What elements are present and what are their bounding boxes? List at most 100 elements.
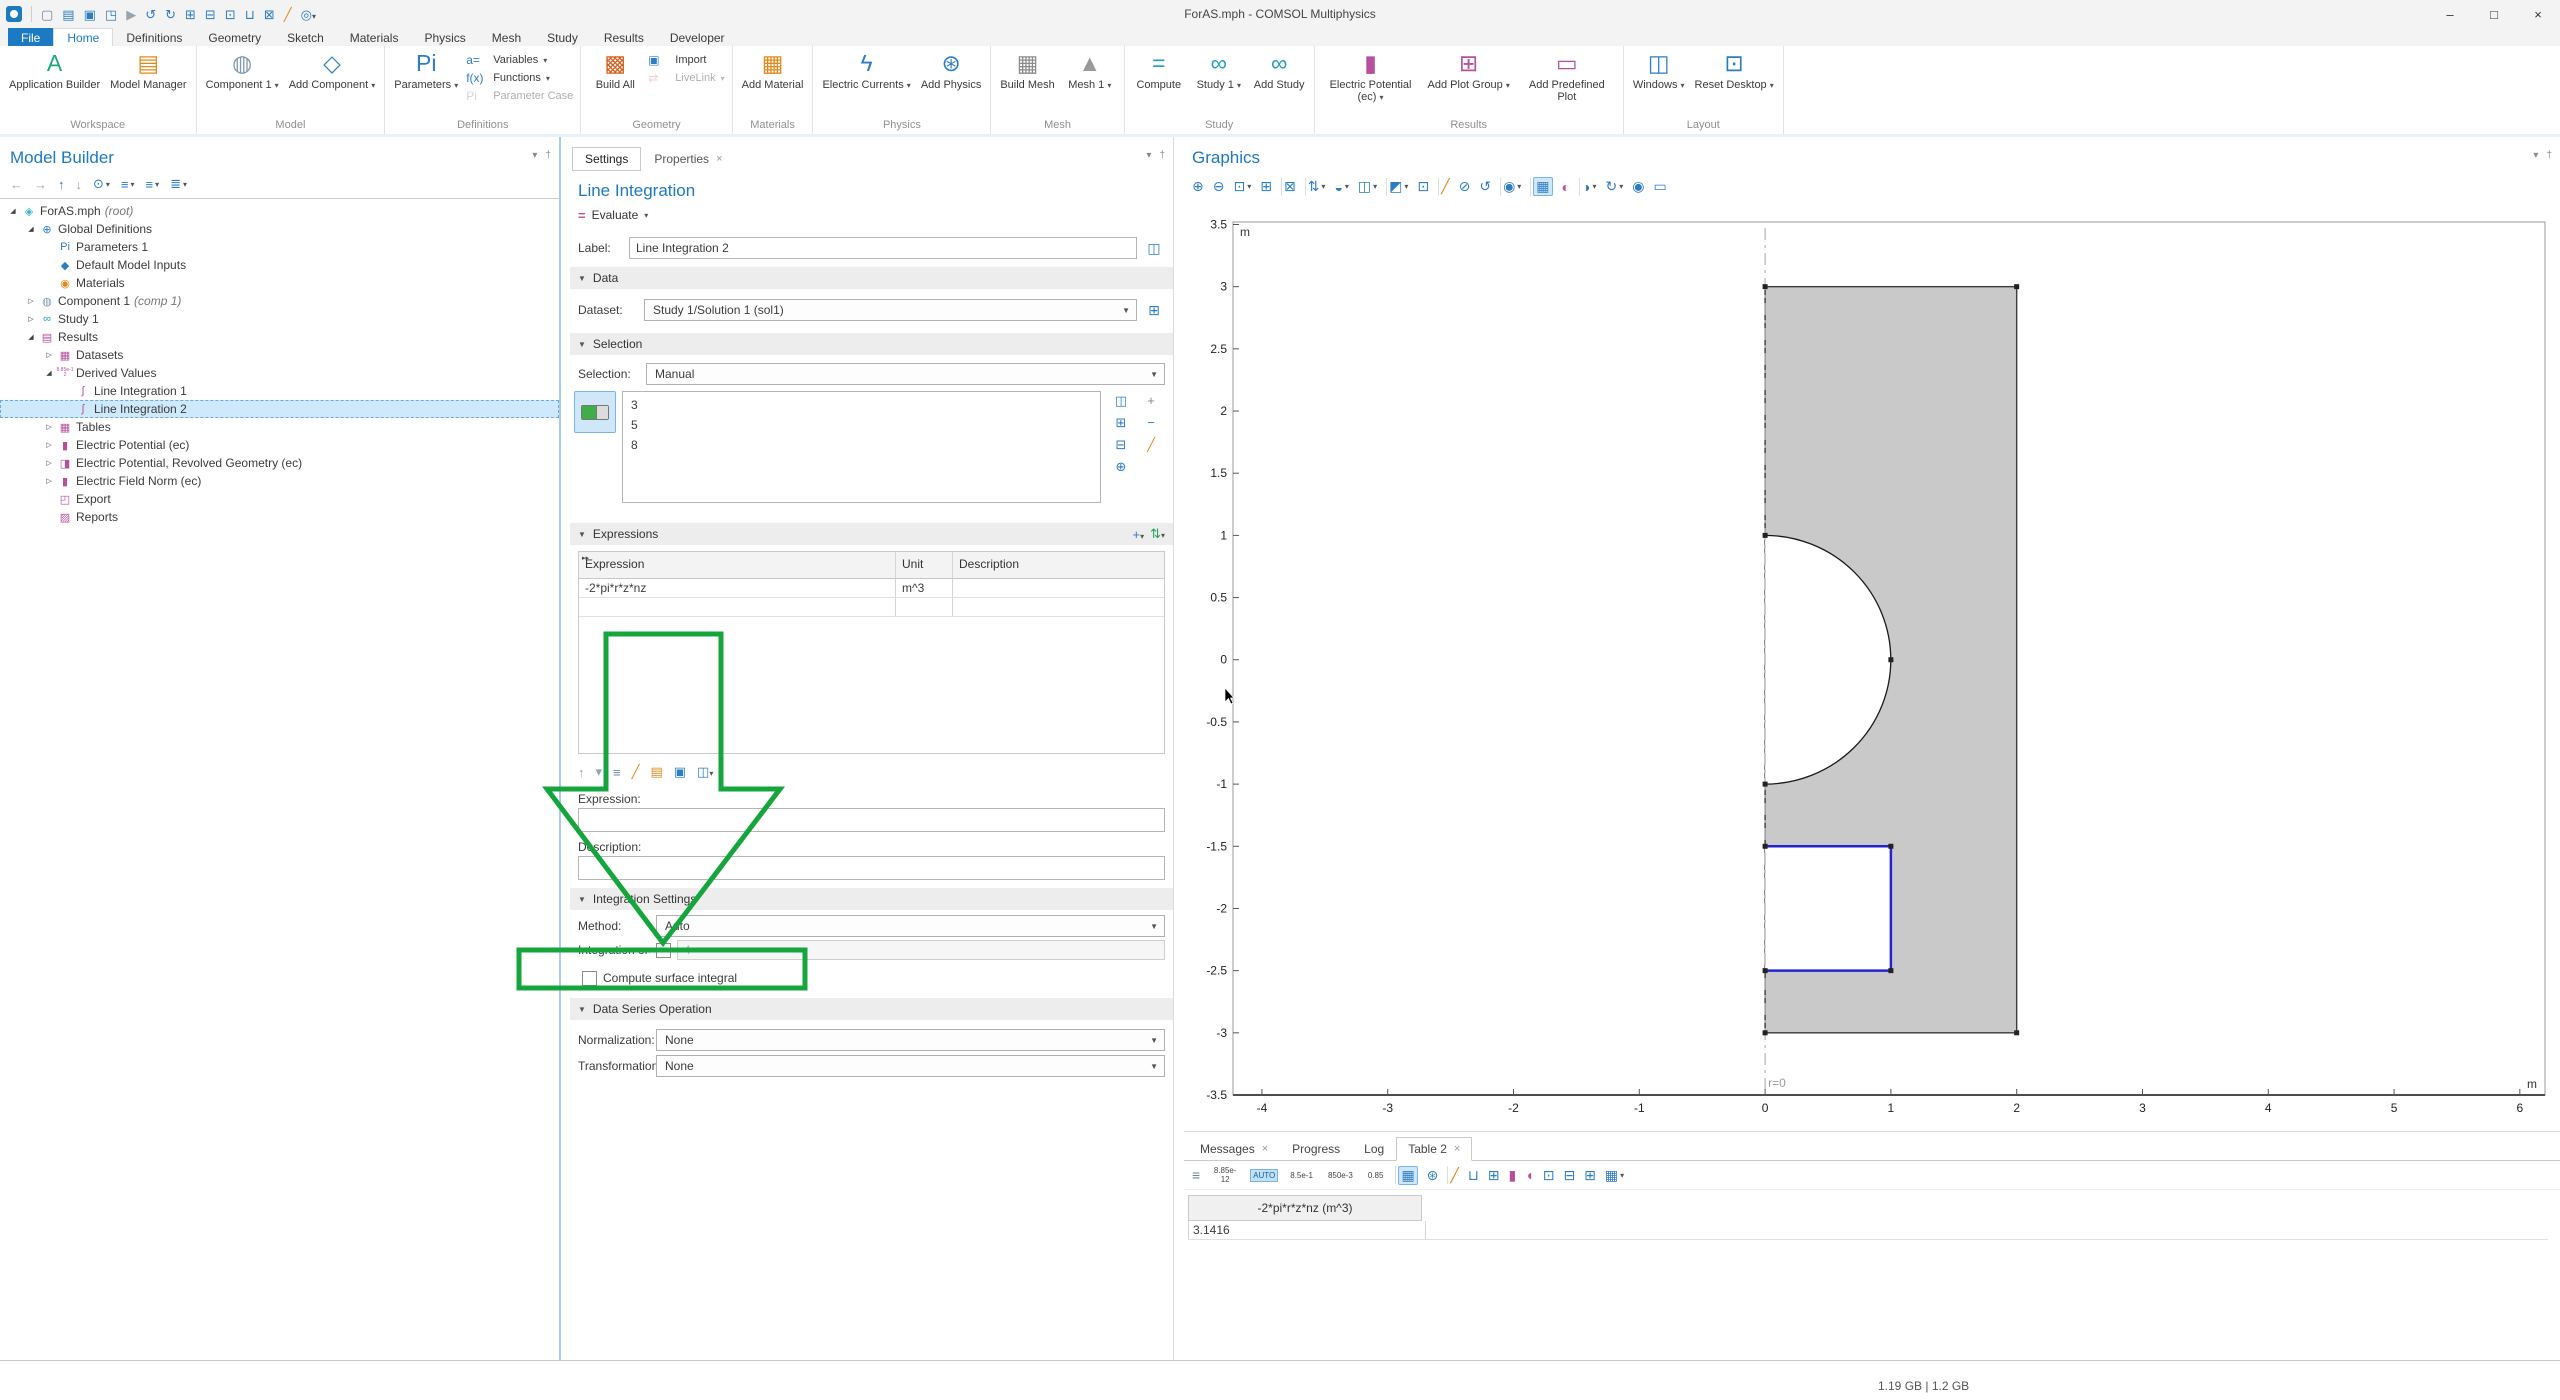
panel-header-icon[interactable]: † [1159,150,1165,161]
table-toolbar-icon[interactable]: 0.85 [1365,1169,1387,1182]
tree-expander-icon[interactable]: ◢ [6,207,20,215]
tree-item[interactable]: ◰ Export [0,490,559,508]
panel-header-icon[interactable]: † [545,150,551,161]
graphics-toolbar-icon[interactable]: ◉ [1632,178,1644,195]
integration-order-input[interactable]: 4 [677,940,1165,960]
panel-header-icon[interactable]: ▾ [1146,150,1151,161]
graphics-toolbar-icon[interactable]: 1 ▦ [1530,177,1552,196]
selection-tool-icon[interactable]: ⊞ [1116,415,1127,431]
tree-item[interactable]: ∫ Line Integration 1 [0,382,559,400]
graphics-toolbar-icon[interactable]: ↻ ▾ [1605,178,1623,195]
tree-expander-icon[interactable]: ▷ [42,441,56,449]
ribbon-button[interactable]: A Application Builder [5,48,104,92]
table-toolbar-icon[interactable]: ⊞ [1488,1167,1500,1184]
table-toolbar-icon[interactable]: 8.85e-12 [1209,1164,1241,1186]
ribbon-tab[interactable]: Physics [411,28,478,46]
ribbon-button[interactable]: ▣ Import [648,53,724,67]
info-tab[interactable]: Log [1352,1137,1396,1161]
qat-icon[interactable]: ▣ [84,8,96,21]
ribbon-button[interactable]: ⇄ LiveLink▾ [648,71,724,85]
ribbon-tab[interactable]: Geometry [195,28,274,46]
tree-expander-icon[interactable]: ◢ [24,225,38,233]
ribbon-button[interactable]: Pi Parameter Case [466,89,573,103]
graphics-toolbar-icon[interactable]: 1 ╱ [1438,178,1449,196]
tree-item[interactable]: Pi Parameters 1 [0,238,559,256]
graphics-toolbar-icon[interactable]: 1 ◉ ▾ [1500,178,1521,196]
dataset-select[interactable]: Study 1/Solution 1 (sol1)▼ [644,299,1137,321]
qat-icon[interactable]: ↺ [145,8,156,21]
graphics-toolbar-icon[interactable]: ⊘ [1459,178,1471,195]
tree-toolbar-icon[interactable]: ≡▾ [146,177,160,192]
tree-expander-icon[interactable]: ▷ [42,459,56,467]
panel-header-icon[interactable]: ▾ [532,150,537,161]
tree-item[interactable]: ▷ ▦ Datasets [0,346,559,364]
ribbon-button[interactable]: f(x) Functions▾ [466,71,573,85]
tree-expander-icon[interactable]: ▷ [24,315,38,323]
close-icon[interactable]: × [716,153,722,165]
ribbon-button[interactable]: ◇ Add Component ▾ [285,48,380,93]
table-toolbar-icon[interactable]: 850e-3 [1325,1169,1356,1182]
graphics-toolbar-icon[interactable]: ↺ [1479,178,1491,195]
expressions-toolbar-icon[interactable]: ↑ [578,765,585,780]
qat-icon[interactable]: ↻ [165,8,176,21]
tree-item[interactable]: ▷ ◨ Electric Potential, Revolved Geometr… [0,454,559,472]
table-toolbar-icon[interactable]: ◖ [1525,1167,1533,1183]
table-toolbar-icon[interactable]: ⊡ [1543,1167,1555,1184]
ribbon-tab[interactable]: Study [534,28,591,46]
graphics-toolbar-icon[interactable]: 1 ◑ ▾ [1579,178,1596,196]
tree-item[interactable]: ◢ ▤ Results [0,328,559,346]
expressions-header-icon[interactable]: +▾ [1132,527,1144,542]
graphics-toolbar-icon[interactable]: ⊡ [1417,178,1429,195]
table-toolbar-icon[interactable]: ≡ [1192,1167,1200,1183]
ribbon-button[interactable]: ⊛ Add Physics [917,48,986,92]
ribbon-button[interactable]: ▤ Model Manager [106,48,190,92]
tree-item[interactable]: ▷ ∞ Study 1 [0,310,559,328]
expressions-table-row[interactable]: -2*pi*r*z*nz m^3 [579,579,1164,598]
section-data[interactable]: ▼ Data [570,267,1173,289]
transformation-select[interactable]: None▼ [656,1055,1165,1077]
selection-tool-icon[interactable]: ◫ [1115,393,1127,409]
tree-toolbar-icon[interactable]: ⊙▾ [93,176,110,192]
integration-order-checkbox[interactable] [656,943,671,958]
tree-expander-icon[interactable]: ▷ [42,423,56,431]
info-tab[interactable]: Messages× [1188,1137,1280,1161]
tree-toolbar-icon[interactable]: ≣▾ [170,176,187,192]
tree-toolbar-icon[interactable]: ↓ [76,177,83,192]
tree-item[interactable]: ◢ ⊕ Global Definitions [0,220,559,238]
selection-list-item[interactable]: 5 [631,415,1092,435]
ribbon-tab[interactable]: Sketch [274,28,337,46]
qat-icon[interactable]: ⊟ [205,8,216,21]
table-toolbar-icon[interactable]: ⊟ [1563,1167,1575,1184]
section-expressions[interactable]: ▼ Expressions +▾ ⇅▾ [570,523,1173,545]
qat-icon[interactable]: ⊠ [264,8,275,21]
normalization-select[interactable]: None▼ [656,1029,1165,1051]
selection-list[interactable]: 358 [622,391,1101,503]
evaluate-button[interactable]: = Evaluate ▾ [578,205,1173,225]
selection-tool-icon[interactable]: ╱ [1147,437,1155,453]
section-selection[interactable]: ▼ Selection [570,333,1173,355]
table-toolbar-icon[interactable]: ▮ [1509,1167,1517,1184]
tree-item[interactable]: ◢ ◈ ForAS.mph (root) [0,202,559,220]
tree-item[interactable]: ▷ ▮ Electric Potential (ec) [0,436,559,454]
panel-header-icon[interactable]: ▾ [2533,150,2538,161]
ribbon-tab[interactable]: Home [53,28,113,46]
graphics-toolbar-icon[interactable]: 1 ◩ ▾ [1386,178,1408,196]
tree-expander-icon[interactable]: ▷ [24,297,38,305]
ribbon-button[interactable]: ▩ Build All [586,48,644,92]
qat-icon[interactable]: ▢ [41,8,53,21]
graphics-toolbar-icon[interactable]: ⊖ [1213,178,1225,195]
ribbon-tab[interactable]: File [8,28,53,46]
expressions-toolbar-icon[interactable]: ▾ [596,764,603,780]
selection-list-item[interactable]: 8 [631,435,1092,455]
tree-toolbar-icon[interactable]: ↑ [58,177,65,192]
info-tab[interactable]: Progress [1280,1137,1352,1161]
table-toolbar-icon[interactable]: 8.5e-1 [1287,1169,1316,1182]
graphics-toolbar-icon[interactable]: ⊡ ▾ [1233,178,1251,195]
result-table-row[interactable]: 3.1416 [1188,1221,2548,1240]
table-toolbar-icon[interactable]: 1 ╱ [1447,1166,1458,1184]
expressions-toolbar-icon[interactable]: ≡ [613,765,621,780]
column-header-description[interactable]: Description [953,552,1164,578]
tree-item[interactable]: ◉ Materials [0,274,559,292]
column-header-expression[interactable]: Expression [579,552,896,578]
tree-toolbar-icon[interactable]: → [34,177,47,192]
